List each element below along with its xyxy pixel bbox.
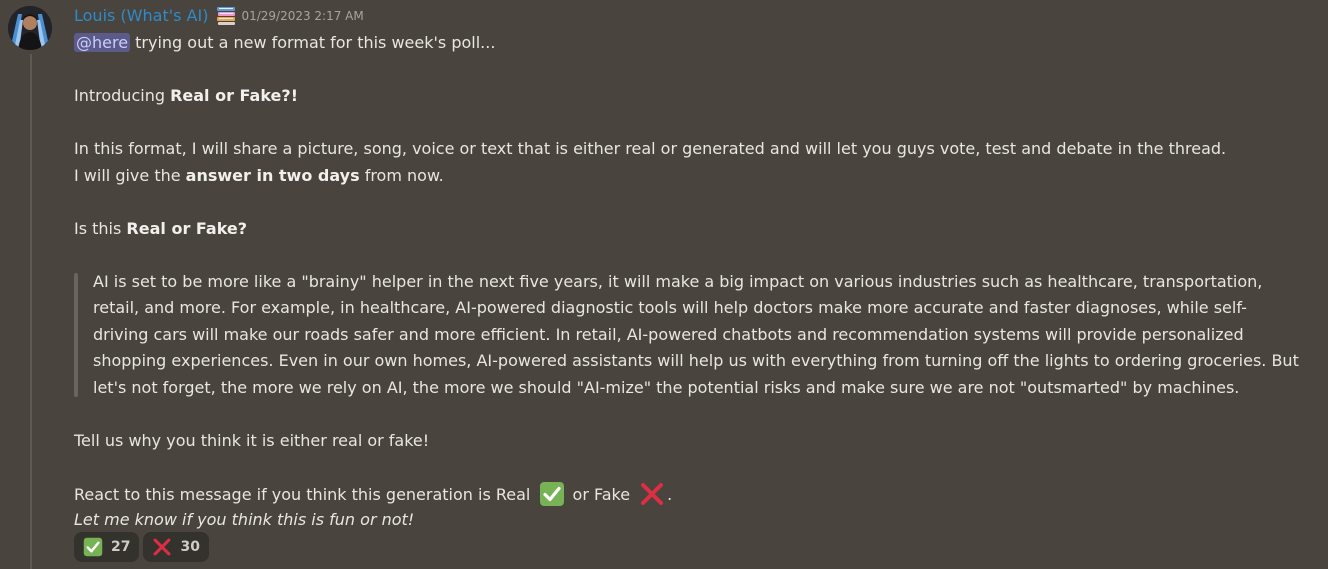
chat-message: Louis (What's AI) 01/29/2023 2:17 AM @he… — [0, 0, 1328, 569]
quote-line: retail, and more. For example, in health… — [93, 298, 1247, 317]
reactions-bar: 27 30 — [74, 532, 209, 562]
line-intro: @here trying out a new format for this w… — [74, 30, 1324, 57]
introducing-text: Introducing — [74, 86, 171, 105]
message-content: @here trying out a new format for this w… — [74, 30, 1324, 534]
blockquote: AI is set to be more like a "brainy" hel… — [74, 269, 1323, 402]
react-mid: or Fake — [567, 484, 636, 504]
thread-line — [30, 54, 32, 569]
books-icon — [215, 4, 237, 26]
reaction-count: 30 — [180, 539, 200, 555]
check-mark-icon — [83, 537, 103, 557]
check-mark-icon — [539, 481, 565, 507]
line-answer: I will give the answer in two days from … — [74, 163, 1324, 190]
line-format: In this format, I will share a picture, … — [74, 139, 1227, 158]
react-post: . — [667, 484, 673, 504]
reaction-check[interactable]: 27 — [74, 532, 140, 562]
reaction-cross[interactable]: 30 — [143, 532, 209, 562]
line-react: React to this message if you think this … — [74, 481, 1324, 508]
username[interactable]: Louis (What's AI) — [74, 6, 208, 25]
quote-line: driving cars will make our roads safer a… — [93, 324, 1244, 344]
avatar[interactable] — [8, 6, 52, 50]
answer-pre: I will give the — [74, 165, 186, 185]
quote-bar — [74, 272, 78, 397]
quote-line: shopping experiences. Even in our own ho… — [93, 351, 1299, 370]
line-fun: Let me know if you think this is fun or … — [74, 510, 415, 529]
introducing-bold: Real or Fake?! — [170, 86, 298, 105]
avatar-image — [8, 6, 52, 50]
answer-post: from now. — [359, 165, 444, 185]
quote-line: let's not forget, the more we rely on AI… — [93, 377, 1240, 397]
question-bold: Real or Fake? — [126, 218, 248, 238]
reaction-count: 27 — [111, 539, 131, 555]
mention-here[interactable]: @here — [74, 33, 131, 52]
question-pre: Is this — [74, 218, 127, 238]
react-pre: React to this message if you think this … — [74, 484, 536, 504]
cross-mark-icon — [639, 481, 665, 507]
line-question: Is this Real or Fake? — [74, 216, 1324, 243]
answer-bold: answer in two days — [185, 165, 360, 185]
cross-mark-icon — [154, 538, 171, 556]
timestamp: 01/29/2023 2:17 AM — [241, 9, 364, 23]
line-introducing: Introducing Real or Fake?! — [74, 83, 1324, 110]
message-header: Louis (What's AI) 01/29/2023 2:17 AM — [74, 4, 364, 26]
intro-text: trying out a new format for this week's … — [130, 33, 496, 52]
quote-line: AI is set to be more like a "brainy" hel… — [93, 271, 1263, 291]
line-tell-us: Tell us why you think it is either real … — [74, 430, 430, 450]
